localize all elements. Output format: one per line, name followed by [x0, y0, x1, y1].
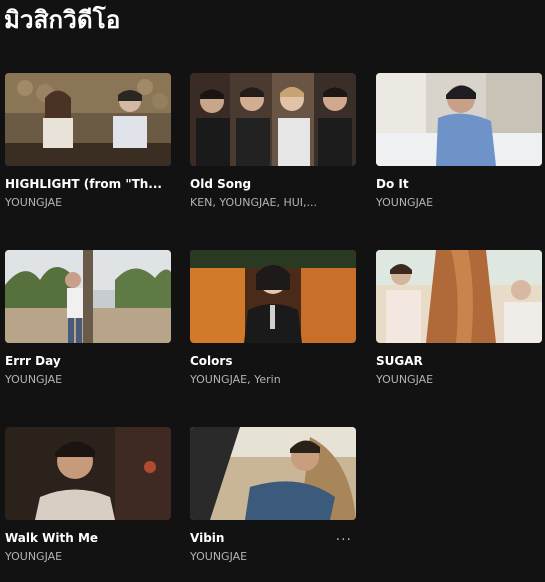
video-title[interactable]: Old Song — [190, 176, 350, 192]
video-title[interactable]: Do It — [376, 176, 536, 192]
video-thumbnail[interactable] — [376, 250, 542, 343]
video-title[interactable]: Vibin — [190, 530, 350, 546]
video-artist[interactable]: YOUNGJAE — [190, 549, 330, 564]
video-artist[interactable]: YOUNGJAE — [376, 195, 516, 210]
video-title[interactable]: Colors — [190, 353, 350, 369]
video-thumbnail[interactable] — [190, 250, 356, 343]
section-title[interactable]: มิวสิกวิดีโอ — [4, 4, 120, 36]
video-title[interactable]: Walk With Me — [5, 530, 165, 546]
video-thumbnail[interactable] — [5, 250, 171, 343]
video-thumbnail[interactable] — [190, 427, 356, 520]
video-title[interactable]: SUGAR — [376, 353, 536, 369]
video-card[interactable]: SUGAR YOUNGJAE — [376, 250, 542, 387]
video-card[interactable]: Old Song KEN, YOUNGJAE, HUI,... — [190, 73, 356, 210]
video-card[interactable]: Errr Day YOUNGJAE — [5, 250, 171, 387]
video-title[interactable]: Errr Day — [5, 353, 165, 369]
video-artist[interactable]: YOUNGJAE — [5, 195, 145, 210]
video-thumbnail[interactable] — [5, 427, 171, 520]
video-thumbnail[interactable] — [190, 73, 356, 166]
video-card[interactable]: Vibin YOUNGJAE ··· — [190, 427, 356, 564]
video-artist[interactable]: YOUNGJAE — [5, 372, 145, 387]
video-thumbnail[interactable] — [5, 73, 171, 166]
video-card[interactable]: Colors YOUNGJAE, Yerin — [190, 250, 356, 387]
video-title[interactable]: HIGHLIGHT (from "Th... — [5, 176, 165, 192]
video-artist[interactable]: YOUNGJAE — [5, 549, 145, 564]
video-thumbnail[interactable] — [376, 73, 542, 166]
video-artist[interactable]: YOUNGJAE, Yerin — [190, 372, 330, 387]
video-card[interactable]: HIGHLIGHT (from "Th... YOUNGJAE — [5, 73, 171, 210]
video-card[interactable]: Walk With Me YOUNGJAE — [5, 427, 171, 564]
video-card[interactable]: Do It YOUNGJAE — [376, 73, 542, 210]
video-artist[interactable]: KEN, YOUNGJAE, HUI,... — [190, 195, 330, 210]
video-artist[interactable]: YOUNGJAE — [376, 372, 516, 387]
more-options-icon[interactable]: ··· — [336, 532, 352, 548]
